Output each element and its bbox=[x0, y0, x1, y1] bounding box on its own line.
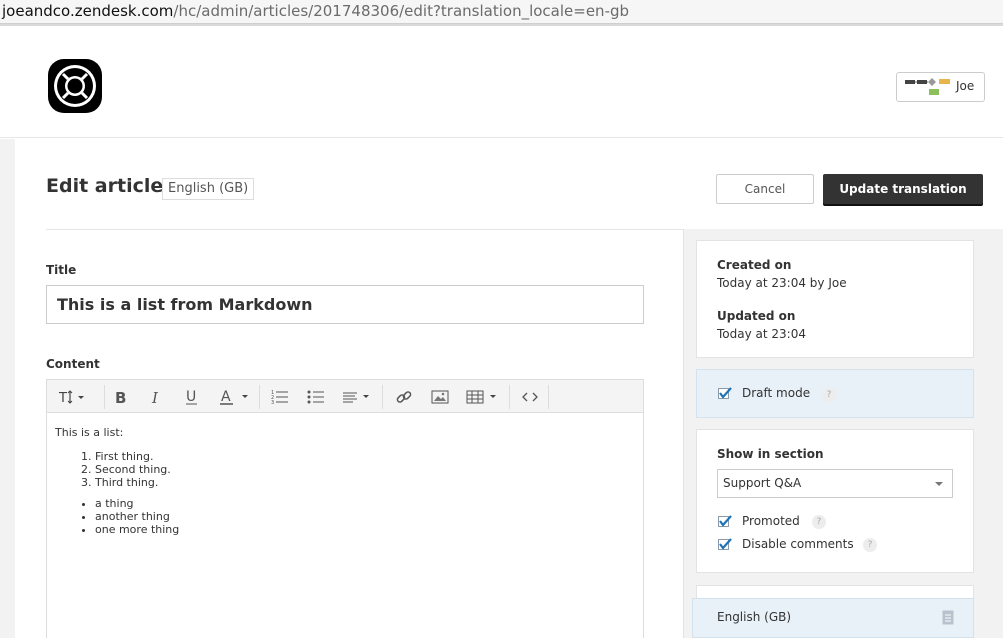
left-gutter bbox=[0, 139, 15, 638]
svg-text:T: T bbox=[58, 391, 67, 405]
locale-badge: English (GB) bbox=[162, 178, 255, 200]
article-sidebar: Created on Today at 23:04 by Joe Updated… bbox=[683, 229, 1003, 638]
section-select[interactable]: Support Q&A bbox=[717, 469, 953, 498]
list-item: another thing bbox=[95, 510, 635, 523]
list-item: First thing. bbox=[95, 450, 635, 463]
list-item: one more thing bbox=[95, 523, 635, 536]
content-label: Content bbox=[46, 357, 100, 371]
source-code-icon[interactable] bbox=[517, 384, 543, 410]
unordered-list-icon[interactable] bbox=[303, 384, 329, 410]
translation-label: English (GB) bbox=[717, 610, 792, 624]
toolbar-separator bbox=[509, 385, 510, 409]
lifebuoy-logo-icon[interactable] bbox=[44, 55, 106, 117]
user-menu-button[interactable]: Joe bbox=[896, 72, 985, 102]
ordered-list: First thing. Second thing. Third thing. bbox=[55, 450, 635, 489]
bold-icon[interactable]: B bbox=[107, 384, 133, 410]
svg-text:B: B bbox=[115, 389, 126, 405]
list-item: Second thing. bbox=[95, 463, 635, 476]
disable-comments-label: Disable comments bbox=[742, 537, 854, 551]
url-path: /hc/admin/articles/201748306/edit?transl… bbox=[173, 2, 630, 20]
underline-icon[interactable]: U bbox=[179, 384, 205, 410]
list-item: a thing bbox=[95, 497, 635, 510]
toolbar-separator bbox=[382, 385, 383, 409]
updated-value: Today at 23:04 bbox=[717, 327, 806, 341]
url-host: joeandco.zendesk.com bbox=[2, 2, 174, 20]
image-icon[interactable] bbox=[427, 384, 453, 410]
align-icon[interactable] bbox=[339, 384, 375, 410]
editor-paragraph: This is a list: bbox=[55, 426, 124, 439]
text-size-icon[interactable]: T bbox=[55, 384, 91, 410]
promoted-label: Promoted bbox=[742, 514, 800, 528]
page-title: Edit article bbox=[46, 175, 164, 197]
title-label: Title bbox=[46, 263, 77, 277]
toolbar-separator bbox=[259, 385, 260, 409]
section-panel: Show in section Support Q&A Promoted ? D… bbox=[696, 429, 974, 573]
link-icon[interactable] bbox=[391, 384, 417, 410]
document-icon bbox=[942, 610, 954, 629]
title-input[interactable]: This is a list from Markdown bbox=[46, 285, 644, 324]
chevron-down-icon bbox=[935, 482, 943, 486]
created-value: Today at 23:04 by Joe bbox=[717, 276, 847, 290]
help-icon[interactable]: ? bbox=[863, 538, 877, 552]
svg-text:3: 3 bbox=[271, 400, 274, 405]
section-select-value: Support Q&A bbox=[723, 476, 802, 490]
svg-text:I: I bbox=[151, 389, 159, 405]
disable-comments-checkbox[interactable] bbox=[718, 538, 732, 550]
toolbar-separator bbox=[104, 385, 105, 409]
promoted-checkbox[interactable] bbox=[718, 515, 732, 527]
content-editor[interactable]: This is a list: First thing. Second thin… bbox=[46, 413, 644, 638]
italic-icon[interactable]: I bbox=[143, 384, 169, 410]
avatar bbox=[903, 77, 953, 97]
svg-text:U: U bbox=[186, 389, 196, 405]
ordered-list-icon[interactable]: 123 bbox=[267, 384, 293, 410]
cancel-button[interactable]: Cancel bbox=[716, 174, 814, 204]
draft-mode-checkbox[interactable] bbox=[718, 387, 732, 399]
toolbar-separator bbox=[548, 385, 549, 409]
help-icon[interactable]: ? bbox=[812, 515, 826, 529]
draft-mode-label: Draft mode bbox=[742, 386, 811, 400]
header-divider bbox=[46, 229, 683, 230]
site-header: Joe bbox=[0, 26, 1003, 138]
text-color-icon[interactable]: A bbox=[215, 384, 255, 410]
unordered-list: a thing another thing one more thing bbox=[55, 497, 635, 536]
dates-panel: Created on Today at 23:04 by Joe Updated… bbox=[696, 240, 974, 358]
section-label: Show in section bbox=[717, 447, 824, 461]
created-label: Created on bbox=[717, 258, 792, 272]
updated-label: Updated on bbox=[717, 309, 796, 323]
svg-text:A: A bbox=[221, 389, 231, 405]
update-translation-button[interactable]: Update translation bbox=[823, 174, 983, 204]
address-bar[interactable]: joeandco.zendesk.com/hc/admin/articles/2… bbox=[0, 0, 1003, 24]
list-item: Third thing. bbox=[95, 476, 635, 489]
translation-item[interactable]: English (GB) bbox=[692, 598, 974, 638]
user-name: Joe bbox=[956, 79, 975, 93]
help-icon[interactable]: ? bbox=[822, 388, 836, 402]
editor-toolbar: T B I U A 123 bbox=[46, 379, 644, 413]
draft-mode-panel: Draft mode ? bbox=[696, 369, 974, 418]
table-icon[interactable] bbox=[463, 384, 503, 410]
